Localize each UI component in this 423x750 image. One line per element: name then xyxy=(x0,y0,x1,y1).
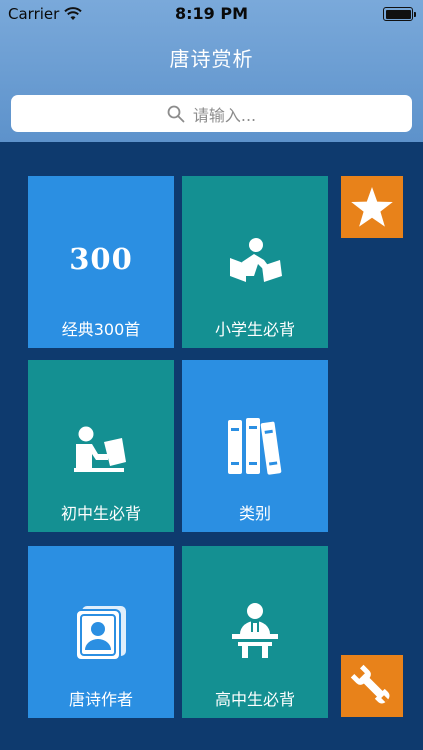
tile-primary-school[interactable]: 小学生必背 xyxy=(182,176,328,348)
tile-label: 初中生必背 xyxy=(60,504,141,523)
tile-label: 唐诗作者 xyxy=(68,690,133,709)
tile-high-school[interactable]: 高中生必背 xyxy=(182,546,328,718)
search-placeholder: 请输入... xyxy=(192,105,257,125)
header: Carrier 8:19 PM 唐诗赏析 请输入... xyxy=(0,0,423,142)
tile-category[interactable]: 类别 xyxy=(182,360,328,532)
wrench-icon xyxy=(350,664,390,704)
tile-label: 类别 xyxy=(238,504,271,523)
status-bar: Carrier 8:19 PM xyxy=(0,0,423,28)
battery-icon xyxy=(383,7,416,21)
author-card-icon xyxy=(75,606,126,661)
status-time: 8:19 PM xyxy=(174,4,248,23)
child-reading-icon xyxy=(230,238,282,282)
tile-poets[interactable]: 唐诗作者 xyxy=(28,546,174,718)
page-title: 唐诗赏析 xyxy=(169,47,254,71)
tile-middle-school[interactable]: 初中生必背 xyxy=(28,360,174,532)
books-icon xyxy=(228,418,282,475)
lecturer-podium-icon xyxy=(232,603,278,658)
star-icon xyxy=(351,187,393,227)
tile-label: 小学生必背 xyxy=(214,320,295,339)
favorites-button[interactable] xyxy=(341,176,403,238)
tile-label: 经典300首 xyxy=(61,320,141,339)
tile-classic-300[interactable]: 300 经典300首 xyxy=(28,176,174,348)
menu-grid: 300 经典300首 小学生必背 初中生必背 类别 唐诗作者 高中生必背 xyxy=(0,142,423,750)
search-icon xyxy=(167,105,185,122)
search-input[interactable]: 请输入... xyxy=(11,95,412,132)
tile-label: 高中生必背 xyxy=(214,690,295,709)
student-reading-icon xyxy=(74,426,126,472)
settings-button[interactable] xyxy=(341,655,403,717)
300-number-icon: 300 xyxy=(69,242,133,276)
